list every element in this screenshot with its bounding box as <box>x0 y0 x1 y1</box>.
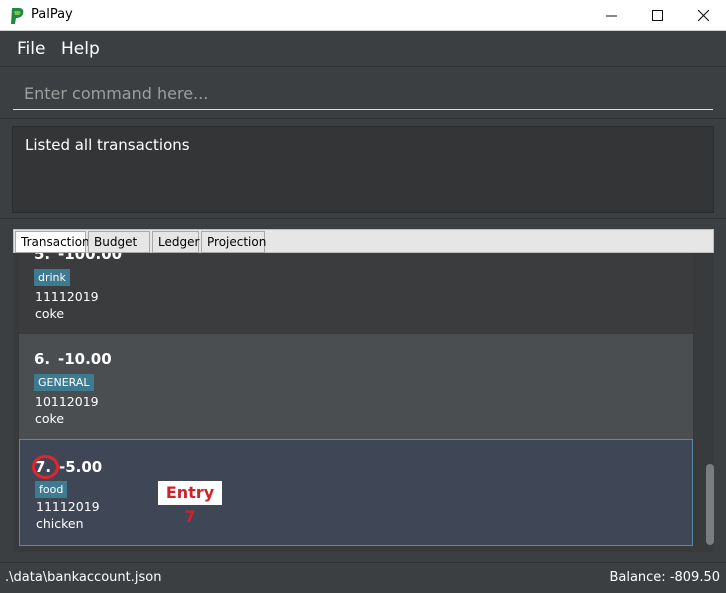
transaction-description: chicken <box>36 516 84 531</box>
transaction-description: coke <box>35 411 65 426</box>
menu-help[interactable]: Help <box>61 39 100 59</box>
list-scrollbar[interactable] <box>704 253 714 552</box>
close-icon <box>697 10 709 21</box>
palpay-logo-icon <box>11 8 24 24</box>
transaction-date: 11112019 <box>36 499 100 514</box>
transaction-tag: GENERAL <box>34 374 94 391</box>
minimize-button[interactable] <box>588 0 634 31</box>
transaction-date: 11112019 <box>35 289 99 304</box>
transaction-amount: -5.00 <box>59 458 103 476</box>
menu-bar: File Help <box>0 31 726 67</box>
transaction-card[interactable]: 6. -10.00 GENERAL 10112019 coke <box>19 334 693 439</box>
transaction-tag: food <box>35 481 68 498</box>
result-display: Listed all transactions <box>12 126 714 213</box>
transaction-amount: -100.00 <box>58 253 123 263</box>
transaction-index: 5. <box>34 253 51 263</box>
window-title: PalPay <box>31 7 73 22</box>
minimize-icon <box>605 15 617 17</box>
scrollbar-thumb[interactable] <box>706 464 714 545</box>
maximize-icon <box>651 10 663 21</box>
transaction-index: 6. <box>34 350 51 368</box>
transaction-description: coke <box>35 306 65 321</box>
result-display-panel: Listed all transactions <box>0 119 726 219</box>
maximize-button[interactable] <box>634 0 680 31</box>
transaction-card-selected[interactable]: 7. -5.00 food 11112019 chicken Entry 7 <box>19 439 693 546</box>
status-bar: .\data\bankaccount.json Balance: -809.50 <box>0 562 726 593</box>
transaction-tag: drink <box>34 269 70 286</box>
transaction-card[interactable]: 5. -100.00 drink 11112019 coke <box>19 253 693 334</box>
menu-file[interactable]: File <box>17 39 45 59</box>
transaction-amount: -10.00 <box>58 350 112 368</box>
result-message: Listed all transactions <box>25 136 190 154</box>
highlight-circle-annotation <box>32 455 59 479</box>
transaction-header: 6. -10.00 <box>34 350 112 368</box>
tab-budget[interactable]: Budget <box>88 231 150 253</box>
app-window: PalPay File Help Listed all transactions… <box>0 0 726 593</box>
tab-projection[interactable]: Projection <box>201 231 266 253</box>
tab-transaction[interactable]: Transaction <box>15 231 90 253</box>
close-button[interactable] <box>680 0 726 31</box>
tab-bar: Transaction Budget Ledger Projection <box>13 229 714 253</box>
data-file-path: .\data\bankaccount.json <box>5 570 162 585</box>
title-bar[interactable]: PalPay <box>0 0 726 31</box>
transaction-date: 10112019 <box>35 394 99 409</box>
tab-ledger[interactable]: Ledger <box>152 231 199 253</box>
command-box <box>0 67 726 119</box>
transaction-header: 5. -100.00 <box>34 253 122 263</box>
balance-display: Balance: -809.50 <box>609 570 720 585</box>
entry-annotation-label: Entry 7 <box>158 481 222 526</box>
command-input[interactable] <box>13 77 713 110</box>
transaction-list[interactable]: 5. -100.00 drink 11112019 coke 6. -10.00 G… <box>13 253 714 552</box>
